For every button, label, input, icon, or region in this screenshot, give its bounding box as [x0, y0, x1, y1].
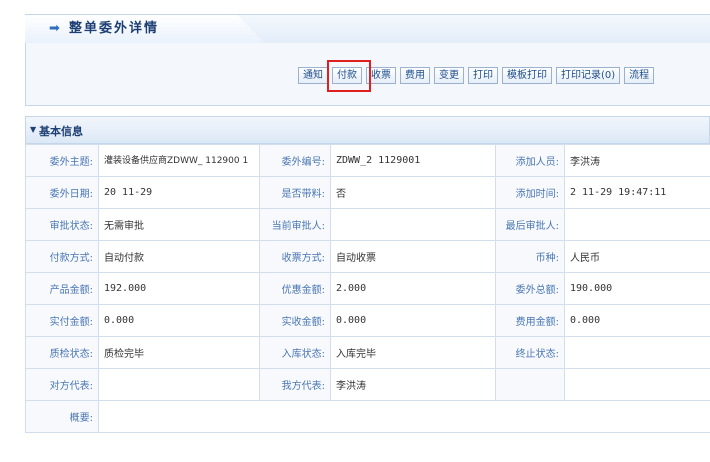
stock-label: 入库状态: [259, 336, 331, 369]
table-row: 产品金额: 192.000 优惠金额: 2.000 委外总额: 190.000 [25, 272, 710, 305]
summary-value [98, 400, 710, 433]
approval-value: 无需审批 [98, 208, 260, 241]
qc-value: 质检完毕 [98, 336, 260, 369]
approval-label: 审批状态: [25, 208, 99, 241]
received-label: 实收金额: [259, 304, 331, 337]
received-value: 0.000 [330, 304, 496, 337]
date-value: 20 11-29 [98, 176, 260, 209]
notify-button[interactable]: 通知 [298, 67, 328, 84]
paid-label: 实付金额: [25, 304, 99, 337]
pay-method-label: 付款方式: [25, 240, 99, 273]
discount-label: 优惠金额: [259, 272, 331, 305]
currency-label: 币种: [495, 240, 565, 273]
workflow-button[interactable]: 流程 [624, 67, 655, 84]
print-button[interactable]: 打印 [468, 67, 498, 84]
template-print-button[interactable]: 模板打印 [502, 67, 552, 84]
last-approver-value [564, 208, 710, 241]
end-status-value [564, 336, 710, 369]
table-row: 实付金额: 0.000 实收金额: 0.000 费用金额: 0.000 [25, 304, 710, 337]
print-record-button[interactable]: 打印记录(0) [556, 67, 621, 84]
payment-button-highlight [327, 60, 371, 92]
qc-label: 质检状态: [25, 336, 99, 369]
table-row: 对方代表: 我方代表: 李洪涛 [25, 368, 710, 401]
expense-button[interactable]: 费用 [400, 67, 430, 84]
current-approver-value [330, 208, 496, 241]
basic-info-header[interactable]: ▼ 基本信息 [25, 116, 710, 144]
last-approver-label: 最后审批人: [495, 208, 565, 241]
our-rep-value: 李洪涛 [330, 368, 496, 401]
table-row: 委外日期: 20 11-29 是否带料: 否 添加时间: 2 11-29 19:… [25, 176, 710, 209]
empty-label [495, 368, 565, 401]
empty-value [564, 368, 710, 401]
table-row: 付款方式: 自动付款 收票方式: 自动收票 币种: 人民币 [25, 240, 710, 273]
current-approver-label: 当前审批人: [259, 208, 331, 241]
page-title-tab: ➡ 整单委外详情 [25, 14, 265, 43]
our-rep-label: 我方代表: [259, 368, 331, 401]
addtime-label: 添加时间: [495, 176, 565, 209]
total-label: 委外总额: [495, 272, 565, 305]
currency-value: 人民币 [564, 240, 710, 273]
subject-label: 委外主题: [25, 144, 99, 177]
their-rep-value [98, 368, 260, 401]
receipt-method-value: 自动收票 [330, 240, 496, 273]
product-amount-value: 192.000 [98, 272, 260, 305]
table-row: 委外主题: 灌装设备供应商ZDWW_ 112900 1 委外编号: ZDWW_2… [25, 144, 710, 177]
code-value: ZDWW_2 1129001 [330, 144, 496, 177]
date-label: 委外日期: [25, 176, 99, 209]
change-button[interactable]: 变更 [434, 67, 464, 84]
end-status-label: 终止状态: [495, 336, 565, 369]
section-title: 基本信息 [39, 125, 83, 138]
adder-label: 添加人员: [495, 144, 565, 177]
addtime-value: 2 11-29 19:47:11 [564, 176, 710, 209]
adder-value: 李洪涛 [564, 144, 710, 177]
collapse-triangle-icon[interactable]: ▼ [30, 125, 36, 134]
their-rep-label: 对方代表: [25, 368, 99, 401]
paid-value: 0.000 [98, 304, 260, 337]
pay-method-value: 自动付款 [98, 240, 260, 273]
arrow-right-icon: ➡ [49, 21, 60, 36]
fee-value: 0.000 [564, 304, 710, 337]
discount-value: 2.000 [330, 272, 496, 305]
stock-value: 入库完毕 [330, 336, 496, 369]
page-title: 整单委外详情 [69, 21, 160, 36]
fee-label: 费用金额: [495, 304, 565, 337]
material-value: 否 [330, 176, 496, 209]
subject-value: 灌装设备供应商ZDWW_ 112900 1 [98, 144, 260, 177]
table-row: 审批状态: 无需审批 当前审批人: 最后审批人: [25, 208, 710, 241]
material-label: 是否带料: [259, 176, 331, 209]
code-label: 委外编号: [259, 144, 331, 177]
product-amount-label: 产品金额: [25, 272, 99, 305]
table-row: 质检状态: 质检完毕 入库状态: 入库完毕 终止状态: [25, 336, 710, 369]
table-row: 概要: [25, 400, 710, 433]
summary-label: 概要: [25, 400, 99, 433]
total-value: 190.000 [564, 272, 710, 305]
basic-info-table: 委外主题: 灌装设备供应商ZDWW_ 112900 1 委外编号: ZDWW_2… [25, 144, 710, 433]
receipt-method-label: 收票方式: [259, 240, 331, 273]
